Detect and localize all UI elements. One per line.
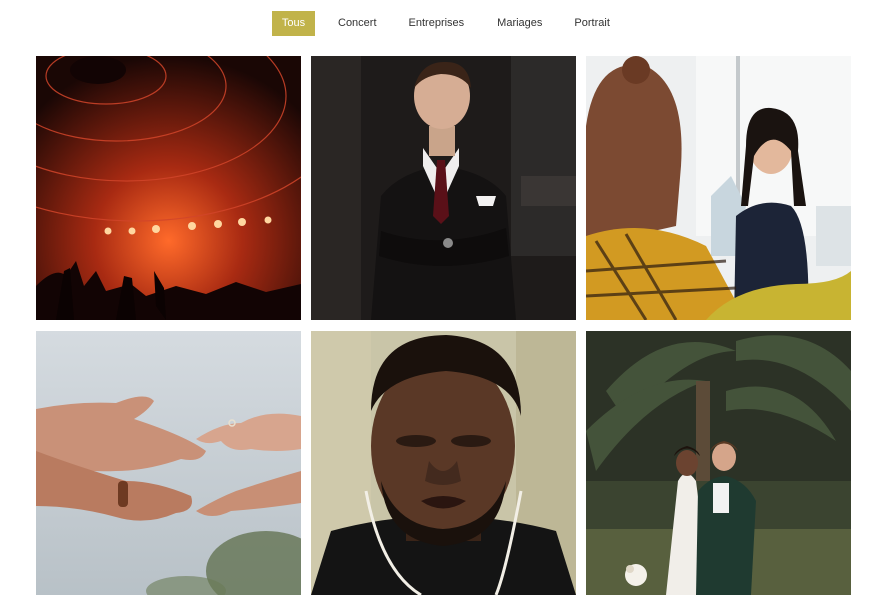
gallery-item-wedding[interactable]	[586, 331, 851, 595]
office-meeting-image	[586, 56, 851, 320]
portfolio-filter-bar: Tous Concert Entreprises Mariages Portra…	[272, 11, 621, 36]
man-portrait-closeup-image	[311, 331, 576, 595]
concert-stage-image	[36, 56, 301, 320]
gallery-item-hands[interactable]	[36, 331, 301, 595]
filter-tous[interactable]: Tous	[272, 11, 315, 36]
businessman-portrait-image	[311, 56, 576, 320]
filter-mariages[interactable]: Mariages	[486, 11, 553, 36]
gallery-item-concert[interactable]	[36, 56, 301, 320]
gallery-item-businessman[interactable]	[311, 56, 576, 320]
hands-with-ring-image	[36, 331, 301, 595]
gallery-item-office-meeting[interactable]	[586, 56, 851, 320]
wedding-couple-image	[586, 331, 851, 595]
portfolio-gallery	[36, 56, 851, 595]
gallery-item-man-portrait[interactable]	[311, 331, 576, 595]
filter-entreprises[interactable]: Entreprises	[398, 11, 476, 36]
filter-concert[interactable]: Concert	[327, 11, 388, 36]
filter-portrait[interactable]: Portrait	[563, 11, 620, 36]
